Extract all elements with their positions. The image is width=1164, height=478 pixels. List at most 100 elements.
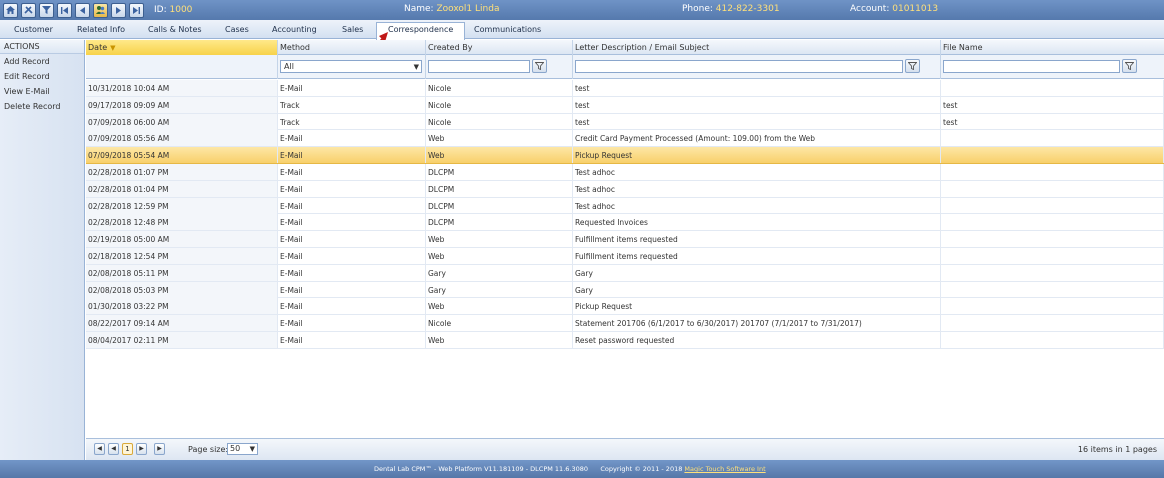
table-row[interactable]: 07/09/2018 06:00 AM Track Nicole test test [86,113,1164,131]
cell-method: E-Mail [278,315,426,332]
table-row[interactable]: 02/19/2018 05:00 AM E-Mail Web Fulfillment … [86,231,1164,248]
people-icon[interactable] [93,2,108,18]
correspondence-grid: Date ▼ Method Created By Letter Descripti… [86,40,1164,460]
first-page-icon[interactable]: ◀ [94,443,105,455]
cell-date: 08/22/2017 09:14 AM [86,315,278,332]
tab-cases[interactable]: Cases [225,23,249,39]
tab-customer[interactable]: Customer [14,23,53,39]
view-email-link[interactable]: View E-Mail [0,84,84,99]
table-row[interactable]: 02/08/2018 05:11 PM E-Mail Gary Gary [86,264,1164,282]
cell-method: E-Mail [278,80,426,96]
table-row[interactable]: 07/09/2018 05:56 AM E-Mail Web Credit Card … [86,130,1164,148]
cell-file-name [941,247,1164,264]
edit-record-link[interactable]: Edit Record [0,69,84,84]
table-row[interactable]: 02/18/2018 12:54 PM E-Mail Web Fulfillment … [86,247,1164,265]
method-filter-value: All [284,62,294,71]
cell-date: 10/31/2018 10:04 AM [86,80,278,96]
method-filter-cell: All ▼ [278,55,426,79]
previous-record-icon[interactable] [75,2,90,18]
table-row[interactable]: 02/28/2018 12:48 PM E-Mail DLCPM Requested … [86,214,1164,232]
cell-description: Statement 201706 (6/1/2017 to 6/30/2017)… [573,315,941,332]
name-value: Zooxol1 Linda [436,4,500,14]
cell-method: E-Mail [278,298,426,315]
id-label: ID: [154,5,167,15]
tab-calls-notes[interactable]: Calls & Notes [148,23,202,39]
cell-created-by: Nicole [426,315,573,332]
cell-created-by: Web [426,147,573,164]
phone-value: 412-822-3301 [715,4,780,14]
cell-file-name [941,163,1164,180]
filter-icon[interactable] [1122,59,1137,73]
cell-date: 02/28/2018 01:07 PM [86,163,278,180]
cell-description: Gary [573,264,941,281]
cell-method: E-Mail [278,231,426,248]
cell-date: 02/28/2018 12:48 PM [86,214,278,231]
next-record-icon[interactable] [111,2,126,18]
cell-file-name [941,130,1164,147]
created-by-filter-input[interactable] [428,60,530,73]
previous-page-icon[interactable]: ◀ [108,443,119,455]
cell-file-name [941,214,1164,231]
cell-created-by: DLCPM [426,197,573,214]
cell-description: Fulfillment items requested [573,247,941,264]
footer-link[interactable]: Magic Touch Software Int [684,465,765,473]
page-size-value: 50 [230,444,241,453]
delete-record-link[interactable]: Delete Record [0,99,84,114]
cell-date: 07/09/2018 05:56 AM [86,130,278,147]
filter-icon[interactable] [532,59,547,73]
page-size-select[interactable]: 50 ▼ [227,443,258,455]
cell-description: Test adhoc [573,180,941,197]
cell-description: Pickup Request [573,298,941,315]
actions-title: ACTIONS [0,40,84,54]
table-row[interactable]: 02/28/2018 01:04 PM E-Mail DLCPM Test adhoc [86,180,1164,198]
cell-description: Fulfillment items requested [573,231,941,248]
filter-icon[interactable] [905,59,920,73]
filter-icon[interactable] [39,2,54,18]
cell-date: 09/17/2018 09:09 AM [86,96,278,113]
home-icon[interactable] [3,2,18,18]
last-page-icon[interactable]: ▶ [154,443,165,455]
cell-created-by: Web [426,130,573,147]
cell-created-by: Web [426,298,573,315]
cell-description: test [573,96,941,113]
column-header-description[interactable]: Letter Description / Email Subject [573,40,941,55]
description-filter-input[interactable] [575,60,903,73]
description-filter-cell [573,55,941,79]
cell-created-by: DLCPM [426,163,573,180]
table-row[interactable]: 07/09/2018 05:54 AM E-Mail Web Pickup Reque… [86,147,1164,164]
cell-file-name [941,180,1164,197]
tab-communications[interactable]: Communications [474,23,541,39]
cell-date: 02/19/2018 05:00 AM [86,231,278,248]
column-header-date[interactable]: Date ▼ [86,40,278,55]
add-record-link[interactable]: Add Record [0,54,84,69]
tab-related-info[interactable]: Related Info [77,23,125,39]
cell-created-by: DLCPM [426,214,573,231]
file-name-filter-input[interactable] [943,60,1120,73]
table-row[interactable]: 02/28/2018 01:07 PM E-Mail DLCPM Test adhoc [86,163,1164,181]
first-record-icon[interactable] [57,2,72,18]
column-header-file-name[interactable]: File Name [941,40,1164,55]
tools-icon[interactable] [21,2,36,18]
table-row[interactable]: 10/31/2018 10:04 AM E-Mail Nicole test [86,80,1164,97]
column-header-method[interactable]: Method [278,40,426,55]
column-header-created-by[interactable]: Created By [426,40,573,55]
cell-created-by: Web [426,331,573,348]
last-record-icon[interactable] [129,2,144,18]
table-row[interactable]: 02/08/2018 05:03 PM E-Mail Gary Gary [86,281,1164,299]
file-name-filter-cell [941,55,1164,79]
cell-file-name [941,315,1164,332]
method-filter-select[interactable]: All ▼ [280,60,422,73]
cell-created-by: Nicole [426,80,573,96]
table-row[interactable]: 09/17/2018 09:09 AM Track Nicole test test [86,96,1164,114]
next-page-icon[interactable]: ▶ [136,443,147,455]
cell-description: Reset password requested [573,331,941,348]
table-row[interactable]: 08/04/2017 02:11 PM E-Mail Web Reset passwo… [86,331,1164,349]
table-row[interactable]: 08/22/2017 09:14 AM E-Mail Nicole Statement… [86,315,1164,332]
tab-accounting[interactable]: Accounting [272,23,317,39]
table-row[interactable]: 02/28/2018 12:59 PM E-Mail DLCPM Test adhoc [86,197,1164,215]
cell-method: E-Mail [278,163,426,180]
current-page-button[interactable]: 1 [122,443,133,455]
table-row[interactable]: 01/30/2018 03:22 PM E-Mail Web Pickup Reque… [86,298,1164,316]
cell-method: E-Mail [278,197,426,214]
cell-file-name [941,197,1164,214]
